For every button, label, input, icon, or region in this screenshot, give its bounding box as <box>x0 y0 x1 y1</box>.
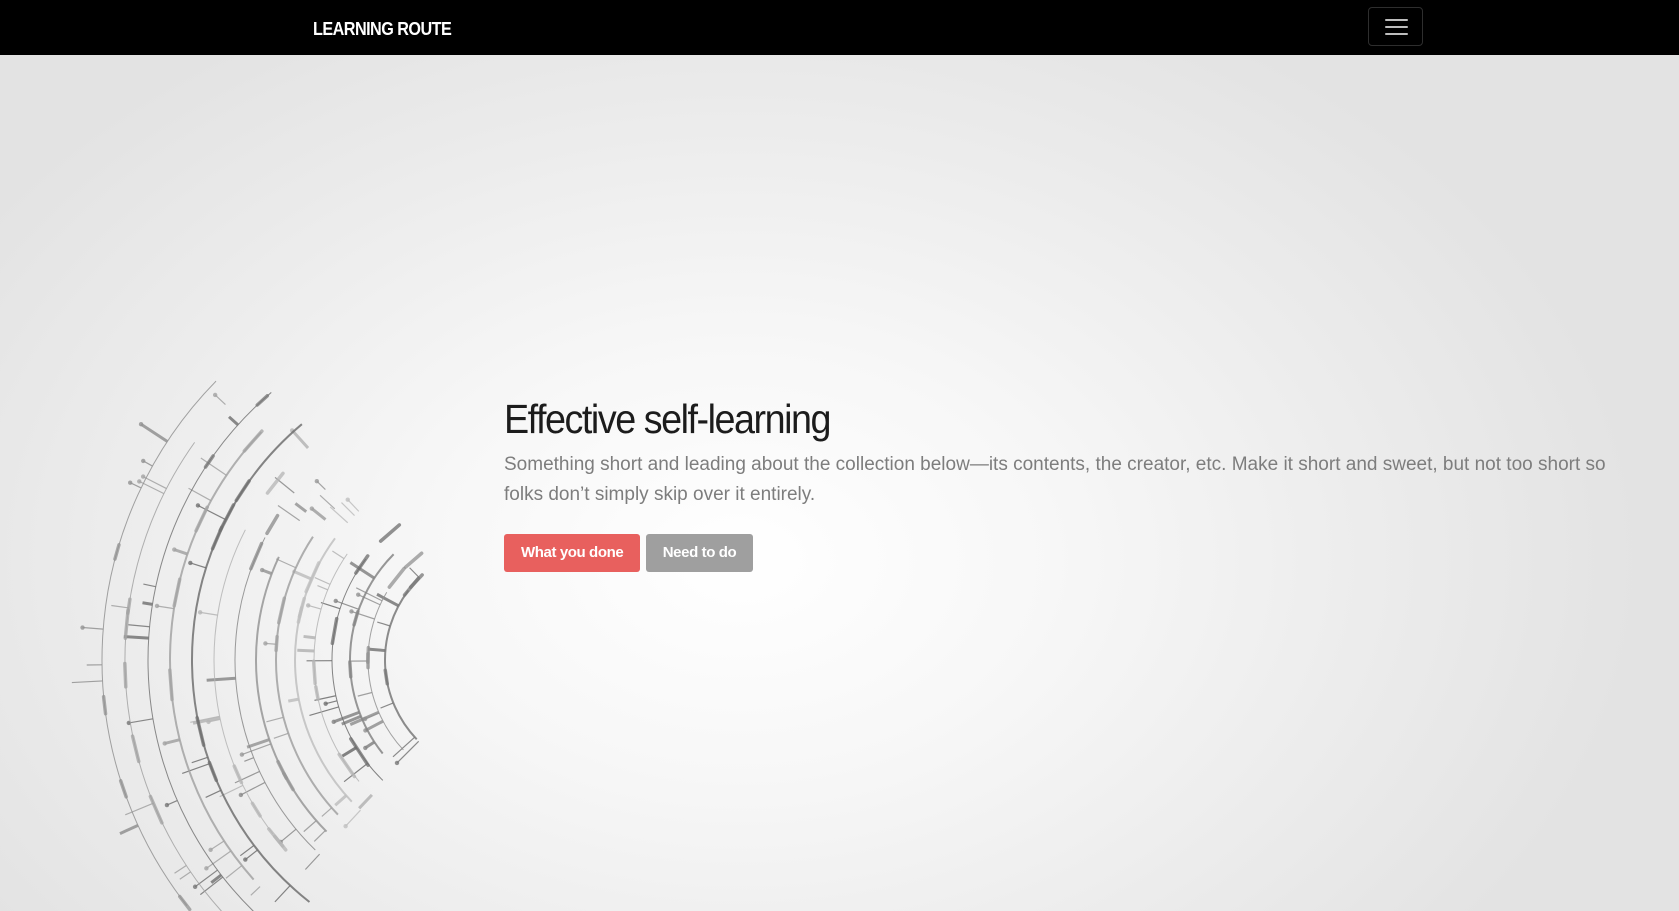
top-navbar: LEARNING ROUTE <box>0 0 1679 55</box>
circuit-arc-graphic-icon <box>0 330 540 911</box>
hero-section: Effective self-learning Something short … <box>504 390 1624 572</box>
hero-lead-text: Something short and leading about the co… <box>504 454 1606 505</box>
what-you-done-button[interactable]: What you done <box>504 534 641 572</box>
need-to-do-button[interactable]: Need to do <box>645 534 754 572</box>
brand-link[interactable]: LEARNING ROUTE <box>313 17 452 41</box>
hero-buttons: What you done Need to do <box>504 534 1624 572</box>
hero-title: Effective self-learning <box>504 396 832 442</box>
navbar-toggle-button[interactable] <box>1368 7 1423 46</box>
